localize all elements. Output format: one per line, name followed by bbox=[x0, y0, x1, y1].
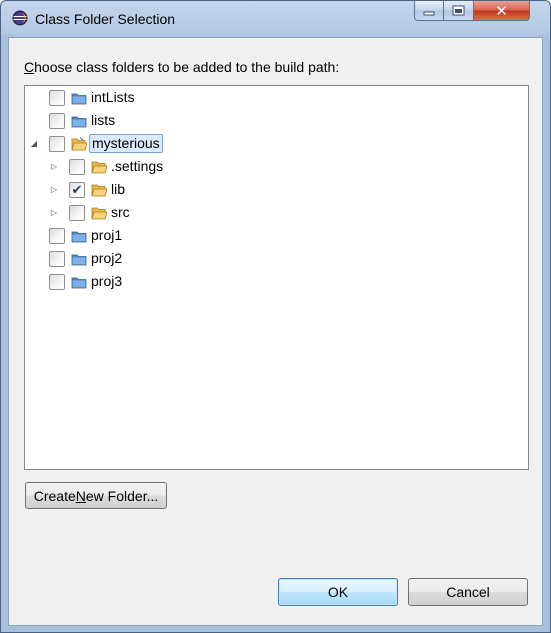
class-folder-tree[interactable]: intLists lists ◢ mysterious ▷ .settings ▷ ✔ lib ▷… bbox=[24, 85, 529, 470]
tree-item[interactable]: lists bbox=[25, 110, 525, 132]
tree-item[interactable]: ▷ src bbox=[25, 202, 525, 224]
package-folder-icon bbox=[91, 161, 107, 174]
tree-item-checkbox[interactable]: ✔ bbox=[69, 182, 85, 198]
tree-item-label[interactable]: proj2 bbox=[89, 250, 124, 267]
tree-item-checkbox[interactable] bbox=[69, 159, 85, 175]
tree-item-checkbox[interactable] bbox=[49, 90, 65, 106]
tree-item-checkbox[interactable] bbox=[49, 113, 65, 129]
tree-item[interactable]: proj2 bbox=[25, 248, 525, 270]
collapsed-arrow-icon[interactable]: ▷ bbox=[49, 185, 59, 195]
minimize-icon bbox=[423, 11, 435, 15]
tree-item-checkbox[interactable] bbox=[49, 228, 65, 244]
tree-item[interactable]: ▷ .settings bbox=[25, 156, 525, 178]
maximize-icon bbox=[452, 5, 465, 16]
tree-item-label[interactable]: src bbox=[109, 204, 132, 221]
close-button[interactable]: ✕ bbox=[474, 1, 530, 21]
tree-item-checkbox[interactable] bbox=[49, 274, 65, 290]
tree-item[interactable]: proj3 bbox=[25, 271, 525, 293]
instruction-text: hoose class folders to be added to the b… bbox=[34, 59, 340, 75]
cancel-button[interactable]: Cancel bbox=[408, 578, 528, 606]
checkmark-icon: ✔ bbox=[71, 182, 83, 198]
tree-item-checkbox[interactable] bbox=[49, 251, 65, 267]
tree-item-label[interactable]: .settings bbox=[109, 158, 165, 175]
package-folder-icon bbox=[91, 184, 107, 197]
collapsed-arrow-icon[interactable]: ▷ bbox=[49, 208, 59, 218]
title-bar[interactable]: Class Folder Selection ✕ bbox=[1, 1, 550, 37]
tree-item-label[interactable]: intLists bbox=[89, 89, 137, 106]
tree-item[interactable]: proj1 bbox=[25, 225, 525, 247]
tree-item-checkbox[interactable] bbox=[49, 136, 65, 152]
create-new-folder-button[interactable]: Create New Folder... bbox=[25, 482, 167, 509]
folder-icon bbox=[71, 277, 87, 289]
create-button-prefix: Create bbox=[33, 487, 76, 504]
tree-item-label[interactable]: lib bbox=[109, 181, 127, 198]
dialog-window: Class Folder Selection ✕ Choose class fo… bbox=[0, 0, 551, 633]
create-button-suffix: ew Folder... bbox=[85, 487, 159, 504]
folder-icon bbox=[71, 116, 87, 128]
close-icon: ✕ bbox=[495, 1, 508, 20]
tree-item[interactable]: intLists bbox=[25, 87, 525, 109]
folder-icon bbox=[71, 93, 87, 105]
collapsed-arrow-icon[interactable]: ▷ bbox=[49, 162, 59, 172]
open-folder-icon bbox=[71, 137, 87, 151]
package-folder-icon bbox=[91, 207, 107, 220]
tree-item[interactable]: ◢ mysterious bbox=[25, 133, 525, 155]
eclipse-app-icon bbox=[12, 10, 28, 26]
maximize-button[interactable] bbox=[444, 1, 474, 21]
tree-item-checkbox[interactable] bbox=[69, 205, 85, 221]
tree-item-label[interactable]: mysterious bbox=[89, 134, 163, 153]
instruction-mnemonic: C bbox=[24, 59, 35, 75]
tree-item-label[interactable]: proj3 bbox=[89, 273, 124, 290]
expanded-arrow-icon[interactable]: ◢ bbox=[29, 139, 39, 149]
tree-item[interactable]: ▷ ✔ lib bbox=[25, 179, 525, 201]
folder-icon bbox=[71, 254, 87, 266]
ok-button[interactable]: OK bbox=[278, 578, 398, 606]
minimize-button[interactable] bbox=[414, 1, 444, 21]
dialog-body: Choose class folders to be added to the … bbox=[8, 37, 543, 626]
folder-icon bbox=[71, 231, 87, 243]
tree-item-label[interactable]: lists bbox=[89, 112, 117, 129]
window-title: Class Folder Selection bbox=[35, 11, 176, 27]
tree-item-label[interactable]: proj1 bbox=[89, 227, 124, 244]
create-button-mnemonic: N bbox=[75, 487, 86, 504]
instruction-label: Choose class folders to be added to the … bbox=[24, 59, 339, 75]
